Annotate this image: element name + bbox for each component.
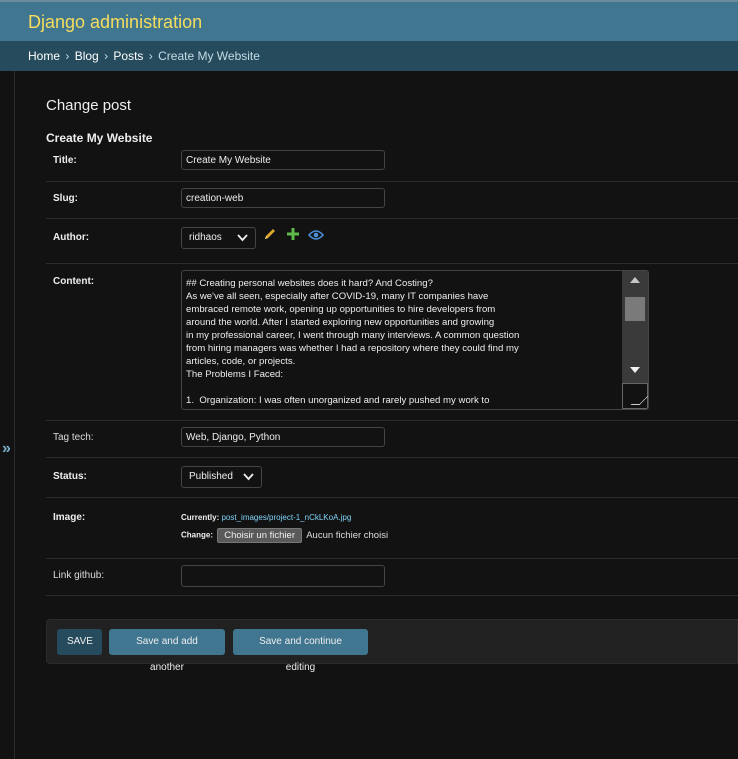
chevron-down-icon bbox=[237, 228, 248, 255]
author-label: Author: bbox=[53, 232, 90, 243]
save-and-add-another-button[interactable]: Save and add another bbox=[109, 629, 225, 673]
content-label: Content: bbox=[53, 276, 95, 287]
eye-icon[interactable] bbox=[307, 228, 325, 244]
sidebar-toggle-icon[interactable]: » bbox=[2, 440, 11, 458]
chevron-down-icon bbox=[243, 467, 254, 494]
link-github-label: Link github: bbox=[53, 570, 105, 581]
status-label: Status: bbox=[53, 471, 87, 482]
header: Django administration bbox=[0, 0, 738, 41]
breadcrumb-separator: › bbox=[148, 49, 153, 63]
content-text: ## Creating personal websites does it ha… bbox=[186, 278, 520, 406]
current-image-link[interactable]: post_images/project-1_nCkLKoA.jpg bbox=[221, 513, 351, 522]
form-row-image: Image: Currently: post_images/project-1_… bbox=[46, 497, 738, 559]
site-brand[interactable]: Django administration bbox=[28, 12, 202, 33]
tag-tech-input[interactable]: Web, Django, Python bbox=[181, 427, 385, 447]
breadcrumb-posts[interactable]: Posts bbox=[113, 49, 143, 63]
content-scrollbar[interactable] bbox=[622, 271, 648, 409]
currently-label: Currently: bbox=[181, 513, 220, 522]
status-selected-value: Published bbox=[189, 471, 233, 482]
image-label: Image: bbox=[53, 512, 86, 523]
title-label: Title: bbox=[53, 155, 77, 166]
page-title: Change post bbox=[46, 97, 132, 115]
form-row-author: Author: ridhaos bbox=[46, 218, 738, 264]
link-github-input[interactable] bbox=[181, 565, 385, 587]
breadcrumb-current: Create My Website bbox=[158, 49, 260, 63]
form-row-status: Status: Published bbox=[46, 457, 738, 498]
breadcrumb-separator: › bbox=[65, 49, 70, 63]
save-button[interactable]: SAVE bbox=[57, 629, 102, 655]
author-selected-value: ridhaos bbox=[189, 232, 222, 243]
plus-icon[interactable] bbox=[286, 227, 300, 244]
title-input[interactable]: Create My Website bbox=[181, 150, 385, 170]
breadcrumb: Home › Blog › Posts › Create My Website bbox=[0, 41, 738, 71]
form-row-title: Title: Create My Website bbox=[46, 143, 738, 182]
nav-sidebar-collapsed bbox=[0, 71, 15, 759]
image-change-line: Change: Choisir un fichier Aucun fichier… bbox=[181, 528, 388, 543]
choose-file-button[interactable]: Choisir un fichier bbox=[217, 528, 302, 543]
slug-input[interactable]: creation-web bbox=[181, 188, 385, 208]
image-current-line: Currently: post_images/project-1_nCkLKoA… bbox=[181, 513, 351, 522]
scroll-thumb[interactable] bbox=[625, 297, 645, 321]
save-and-continue-button[interactable]: Save and continue editing bbox=[233, 629, 368, 673]
status-select[interactable]: Published bbox=[181, 466, 262, 488]
form-row-tag-tech: Tag tech: Web, Django, Python bbox=[46, 420, 738, 458]
breadcrumb-blog[interactable]: Blog bbox=[75, 49, 99, 63]
content-textarea[interactable]: ## Creating personal websites does it ha… bbox=[181, 270, 649, 410]
scroll-up-icon[interactable] bbox=[630, 277, 640, 283]
no-file-text: Aucun fichier choisi bbox=[306, 530, 389, 541]
scroll-down-icon[interactable] bbox=[630, 367, 640, 373]
form-row-link-github: Link github: bbox=[46, 558, 738, 596]
author-select[interactable]: ridhaos bbox=[181, 227, 256, 249]
tag-tech-label: Tag tech: bbox=[53, 432, 94, 443]
form-row-slug: Slug: creation-web bbox=[46, 181, 738, 219]
submit-row: SAVE Save and add another Save and conti… bbox=[46, 619, 738, 673]
form-row-content: Content: ## Creating personal websites d… bbox=[46, 263, 738, 421]
change-label: Change: bbox=[181, 530, 213, 540]
breadcrumb-home[interactable]: Home bbox=[28, 49, 60, 63]
slug-label: Slug: bbox=[53, 193, 78, 204]
breadcrumb-separator: › bbox=[104, 49, 109, 63]
resize-handle-icon[interactable] bbox=[622, 383, 648, 409]
pencil-icon[interactable] bbox=[263, 227, 277, 244]
